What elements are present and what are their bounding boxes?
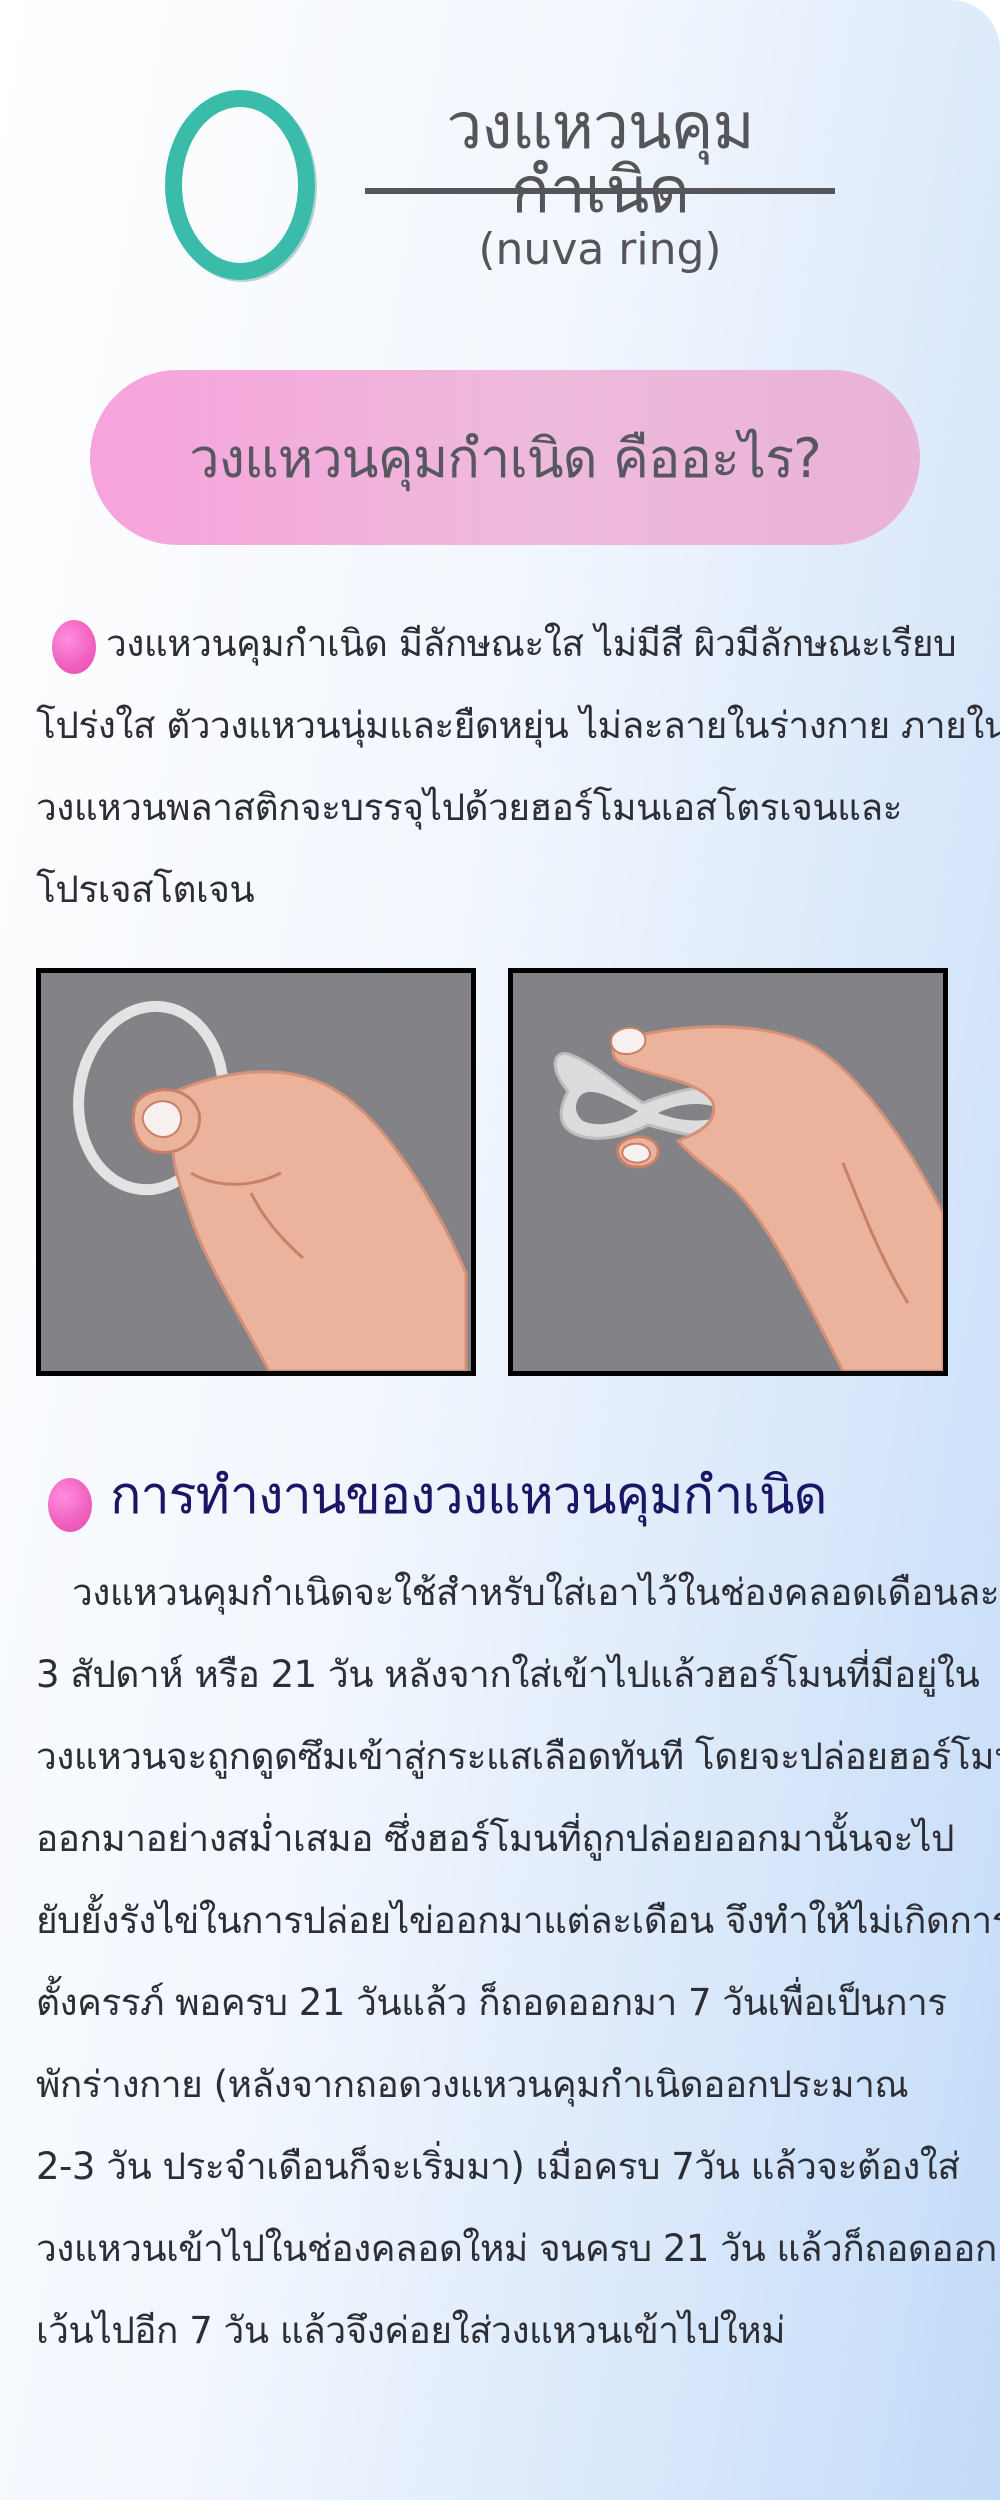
mechanism-line: วงแหวนคุมกำเนิดจะใช้สำหรับใส่เอาไว้ในช่อ… <box>72 1571 1000 1614</box>
mechanism-line: พักร่างกาย (หลังจากถอดวงแหวนคุมกำเนิดออก… <box>36 2063 909 2106</box>
question-banner: วงแหวนคุมกำเนิด คืออะไร? <box>90 370 920 545</box>
question-banner-text: วงแหวนคุมกำเนิด คืออะไร? <box>189 426 821 490</box>
bullet-dot-icon <box>48 1478 92 1532</box>
mechanism-paragraph: วงแหวนคุมกำเนิดจะใช้สำหรับใส่เอาไว้ในช่อ… <box>36 1552 1000 2372</box>
title-underline <box>365 188 835 194</box>
mechanism-line: 2-3 วัน ประจำเดือนก็จะเริ่มมา) เมื่อครบ … <box>36 2145 960 2188</box>
hand-holding-ring-drawing <box>73 1000 468 1371</box>
mechanism-line: ตั้งครรภ์ พอครบ 21 วันแล้ว ก็ถอดออกมา 7 … <box>36 1981 947 2024</box>
mechanism-line: 3 สัปดาห์ หรือ 21 วัน หลังจากใส่เข้าไปแล… <box>36 1653 980 1696</box>
mechanism-line: วงแหวนจะถูกดูดซึมเข้าสู่กระแสเลือดทันที … <box>36 1735 1000 1778</box>
intro-line: โปรเจสโตเจน <box>36 868 255 911</box>
intro-line: โปร่งใส ตัววงแหวนนุ่มและยืดหยุ่น ไม่ละลา… <box>36 704 1000 747</box>
intro-paragraph: วงแหวนคุมกำเนิด มีลักษณะใส ไม่มีสี ผิวมี… <box>36 603 1000 931</box>
hand-squeezing-ring-drawing <box>553 1025 943 1371</box>
mechanism-line: เว้นไปอีก 7 วัน แล้วจึงค่อยใส่วงแหวนเข้า… <box>36 2309 785 2352</box>
mechanism-line: ยับยั้งรังไข่ในการปล่อยไข่ออกมาแต่ละเดือ… <box>36 1899 1000 1942</box>
section-heading: การทำงานของวงแหวนคุมกำเนิด <box>110 1466 827 1526</box>
hand-holding-ring-illustration <box>36 968 476 1376</box>
infographic-panel: วงแหวนคุมกำเนิด (nuva ring) วงแหวนคุมกำเ… <box>0 0 1000 2500</box>
intro-line: วงแหวนพลาสติกจะบรรจุไปด้วยฮอร์โมนเอสโตรเ… <box>36 786 903 829</box>
mechanism-line: วงแหวนเข้าไปในช่องคลอดใหม่ จนครบ 21 วัน … <box>36 2227 997 2270</box>
intro-line: วงแหวนคุมกำเนิด มีลักษณะใส ไม่มีสี ผิวมี… <box>106 622 957 665</box>
hand-squeezing-ring-illustration <box>508 968 948 1376</box>
page-subtitle: (nuva ring) <box>478 224 722 275</box>
ring-logo-icon <box>165 90 315 280</box>
mechanism-line: ออกมาอย่างสม่ำเสมอ ซึ่งฮอร์โมนที่ถูกปล่อ… <box>36 1817 955 1860</box>
page-title: วงแหวนคุมกำเนิด <box>446 90 754 228</box>
